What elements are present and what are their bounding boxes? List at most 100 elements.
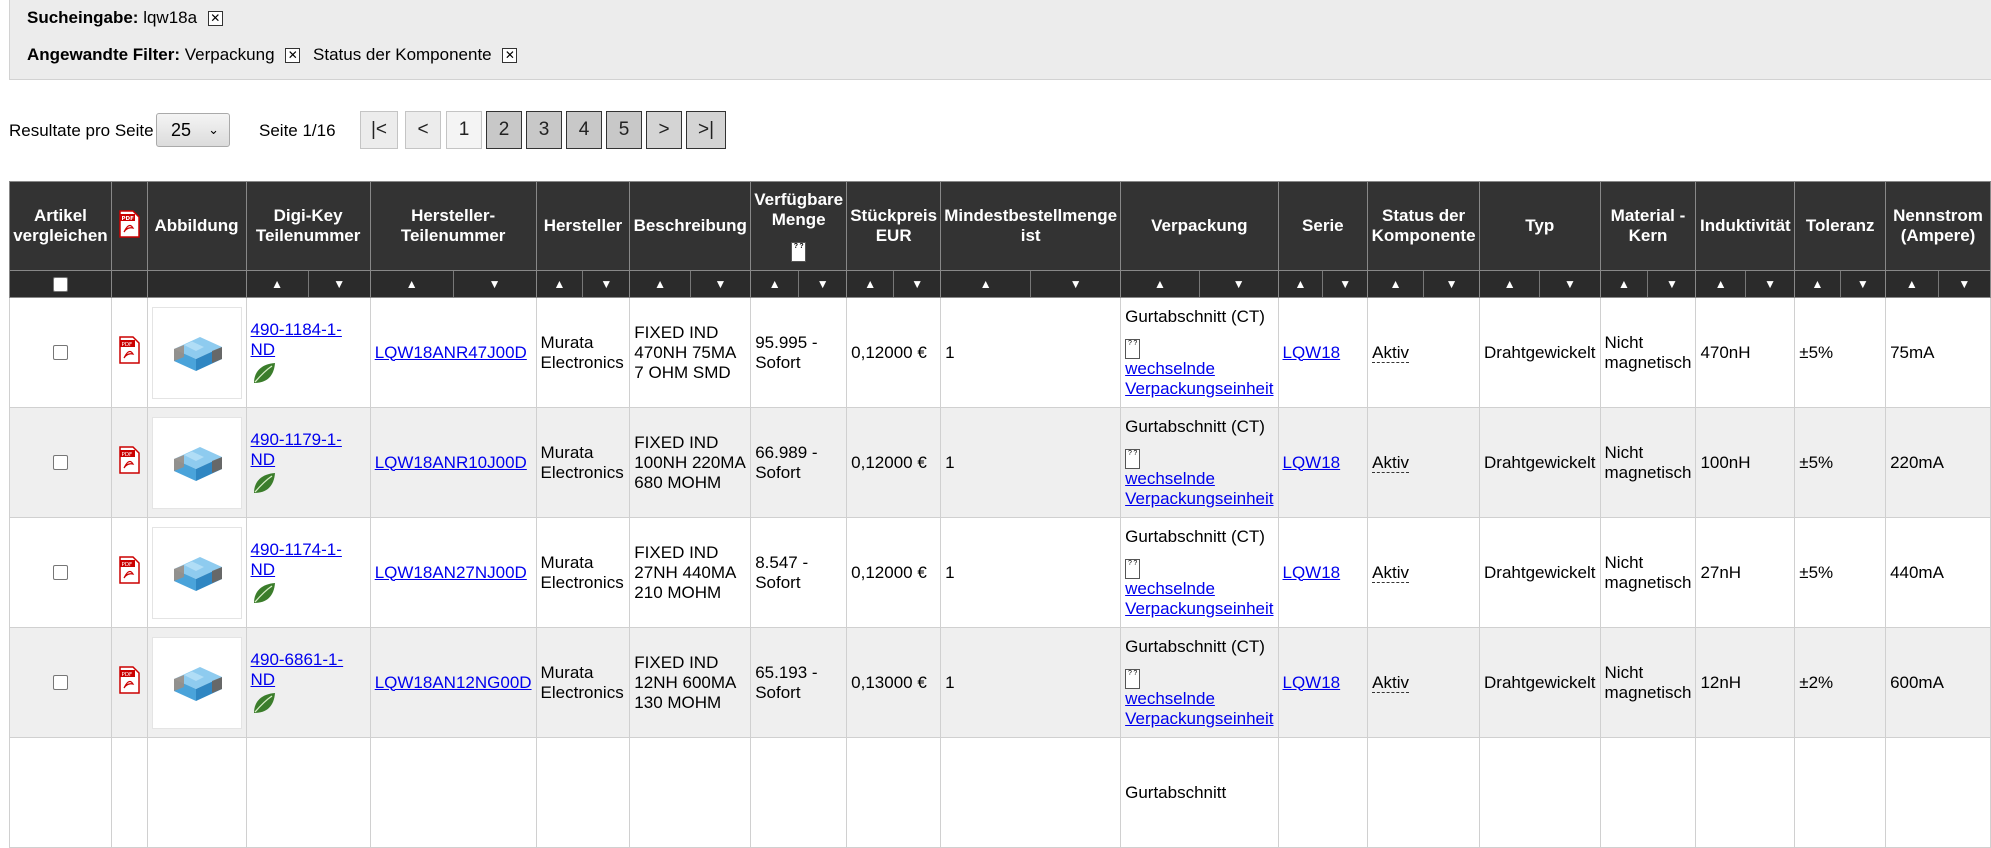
- mfr-pn-link[interactable]: LQW18ANR10J00D: [375, 453, 527, 472]
- pdf-icon[interactable]: PDF: [117, 336, 141, 364]
- alternate-packaging-link[interactable]: wechselnde Verpackungseinheit: [1125, 469, 1273, 508]
- sort-desc-icon[interactable]: ▼: [307, 271, 370, 297]
- prev-page-button[interactable]: <: [405, 111, 441, 149]
- col-quantity: Verfügbare Menge ? ?: [750, 181, 848, 271]
- first-page-button[interactable]: |<: [360, 111, 398, 149]
- sort-desc-icon[interactable]: ▼: [893, 271, 940, 297]
- description-cell: FIXED IND 12NH 600MA 130 MOHM: [629, 627, 752, 738]
- inductance-cell: 12nH: [1695, 627, 1796, 738]
- mfr-pn-link[interactable]: LQW18ANR47J00D: [375, 343, 527, 362]
- sort-desc-icon[interactable]: ▼: [1423, 271, 1479, 297]
- product-image[interactable]: [151, 416, 242, 509]
- series-link[interactable]: LQW18: [1283, 673, 1341, 692]
- sort-desc-icon[interactable]: ▼: [798, 271, 846, 297]
- image-cell: [146, 627, 247, 738]
- compare-checkbox[interactable]: [52, 345, 68, 360]
- table-body: PDF 490-1184-1-ND LQW18ANR47J00D Murata …: [9, 297, 1991, 848]
- sort-asc-icon[interactable]: ▲: [247, 271, 308, 297]
- select-all-checkbox[interactable]: [52, 276, 68, 292]
- sort-asc-icon[interactable]: ▲: [630, 271, 689, 297]
- remove-status-filter-icon[interactable]: ✕: [502, 48, 518, 63]
- digikey-pn-cell: 490-1179-1-ND: [245, 407, 371, 518]
- info-icon[interactable]: ? ?: [791, 242, 807, 262]
- series-cell: LQW18: [1277, 517, 1369, 628]
- sort-asc-icon[interactable]: ▲: [1795, 271, 1839, 297]
- sort-asc-icon[interactable]: ▲: [1121, 271, 1199, 297]
- sort-desc-icon[interactable]: ▼: [1647, 271, 1695, 297]
- digikey-pn-link[interactable]: 490-1179-1-ND: [251, 430, 342, 469]
- remove-packaging-filter-icon[interactable]: ✕: [285, 48, 301, 63]
- type-cell: Drahtgewickelt: [1479, 627, 1601, 738]
- pdf-icon[interactable]: PDF: [117, 556, 141, 584]
- alternate-packaging-link[interactable]: wechselnde Verpackungseinheit: [1125, 689, 1273, 728]
- datasheet-cell: PDF: [110, 297, 148, 408]
- per-page-select[interactable]: 25 ⌄: [156, 113, 230, 147]
- datasheet-cell: PDF: [110, 517, 148, 628]
- mfr-pn-link[interactable]: LQW18AN12NG00D: [375, 673, 532, 692]
- page-1-button[interactable]: 1: [446, 111, 482, 149]
- sort-desc-icon[interactable]: ▼: [1839, 271, 1885, 297]
- sort-desc-icon[interactable]: ▼: [1937, 271, 1990, 297]
- sort-asc-icon[interactable]: ▲: [1279, 271, 1323, 297]
- sort-asc-icon[interactable]: ▲: [1601, 271, 1648, 297]
- compare-checkbox[interactable]: [52, 675, 68, 690]
- col-manufacturer: Hersteller: [535, 181, 631, 271]
- tolerance-cell: ±5%: [1794, 407, 1887, 518]
- sort-asc-icon[interactable]: ▲: [847, 271, 893, 297]
- page-3-button[interactable]: 3: [526, 111, 562, 149]
- sort-desc-icon[interactable]: ▼: [452, 271, 536, 297]
- compare-checkbox[interactable]: [52, 565, 68, 580]
- page-5-button[interactable]: 5: [606, 111, 642, 149]
- sort-desc-icon[interactable]: ▼: [1539, 271, 1599, 297]
- mfr-pn-link[interactable]: LQW18AN27NJ00D: [375, 563, 527, 582]
- series-link[interactable]: LQW18: [1283, 453, 1341, 472]
- mfr-pn-cell: LQW18ANR47J00D: [369, 297, 537, 408]
- digikey-pn-link[interactable]: 490-1174-1-ND: [251, 540, 342, 579]
- sort-asc-icon[interactable]: ▲: [371, 271, 453, 297]
- sort-desc-icon[interactable]: ▼: [1744, 271, 1794, 297]
- sort-asc-icon[interactable]: ▲: [1480, 271, 1539, 297]
- inductance-cell: 100nH: [1695, 407, 1796, 518]
- last-page-button[interactable]: >|: [686, 111, 726, 149]
- pdf-icon[interactable]: PDF: [117, 446, 141, 474]
- pdf-icon[interactable]: PDF: [117, 666, 141, 694]
- sort-desc-icon[interactable]: ▼: [582, 271, 629, 297]
- remove-search-icon[interactable]: ✕: [207, 11, 223, 26]
- sort-asc-icon[interactable]: ▲: [751, 271, 798, 297]
- next-page-button[interactable]: >: [646, 111, 682, 149]
- compare-cell: [9, 407, 112, 518]
- compare-checkbox[interactable]: [52, 455, 68, 470]
- sort-asc-icon[interactable]: ▲: [1886, 271, 1937, 297]
- sort-asc-icon[interactable]: ▲: [941, 271, 1030, 297]
- sort-asc-icon[interactable]: ▲: [1696, 271, 1744, 297]
- sort-desc-icon[interactable]: ▼: [1030, 271, 1120, 297]
- page-4-button[interactable]: 4: [566, 111, 602, 149]
- sort-description: ▲ ▼: [629, 270, 752, 298]
- product-image[interactable]: [151, 306, 242, 399]
- page-2-button[interactable]: 2: [486, 111, 522, 149]
- info-icon[interactable]: ? ?: [1125, 448, 1141, 469]
- sort-desc-icon[interactable]: ▼: [1198, 271, 1278, 297]
- packaging-text: Gurtabschnitt (CT): [1125, 306, 1265, 326]
- info-icon[interactable]: ? ?: [1125, 668, 1141, 689]
- alternate-packaging-link[interactable]: wechselnde Verpackungseinheit: [1125, 579, 1273, 618]
- alternate-packaging-link[interactable]: wechselnde Verpackungseinheit: [1125, 359, 1273, 398]
- manufacturer-cell: [535, 737, 631, 848]
- product-image[interactable]: [151, 636, 242, 729]
- quantity-cell: 95.995 - Sofort: [750, 297, 848, 408]
- digikey-pn-link[interactable]: 490-1184-1-ND: [251, 320, 342, 359]
- sort-asc-icon[interactable]: ▲: [537, 271, 583, 297]
- digikey-pn-link[interactable]: 490-6861-1-ND: [251, 650, 344, 689]
- info-icon[interactable]: ? ?: [1125, 338, 1141, 359]
- info-icon[interactable]: ? ?: [1125, 558, 1141, 579]
- series-link[interactable]: LQW18: [1283, 563, 1341, 582]
- series-link[interactable]: LQW18: [1283, 343, 1341, 362]
- sort-min-qty: ▲ ▼: [940, 270, 1122, 298]
- sort-desc-icon[interactable]: ▼: [689, 271, 750, 297]
- sort-asc-icon[interactable]: ▲: [1368, 271, 1423, 297]
- sort-desc-icon[interactable]: ▼: [1322, 271, 1367, 297]
- product-image[interactable]: [151, 526, 242, 619]
- packaging-cell: Gurtabschnitt: [1120, 737, 1279, 848]
- compare-cell: [9, 517, 112, 628]
- current-cell: [1885, 737, 1991, 848]
